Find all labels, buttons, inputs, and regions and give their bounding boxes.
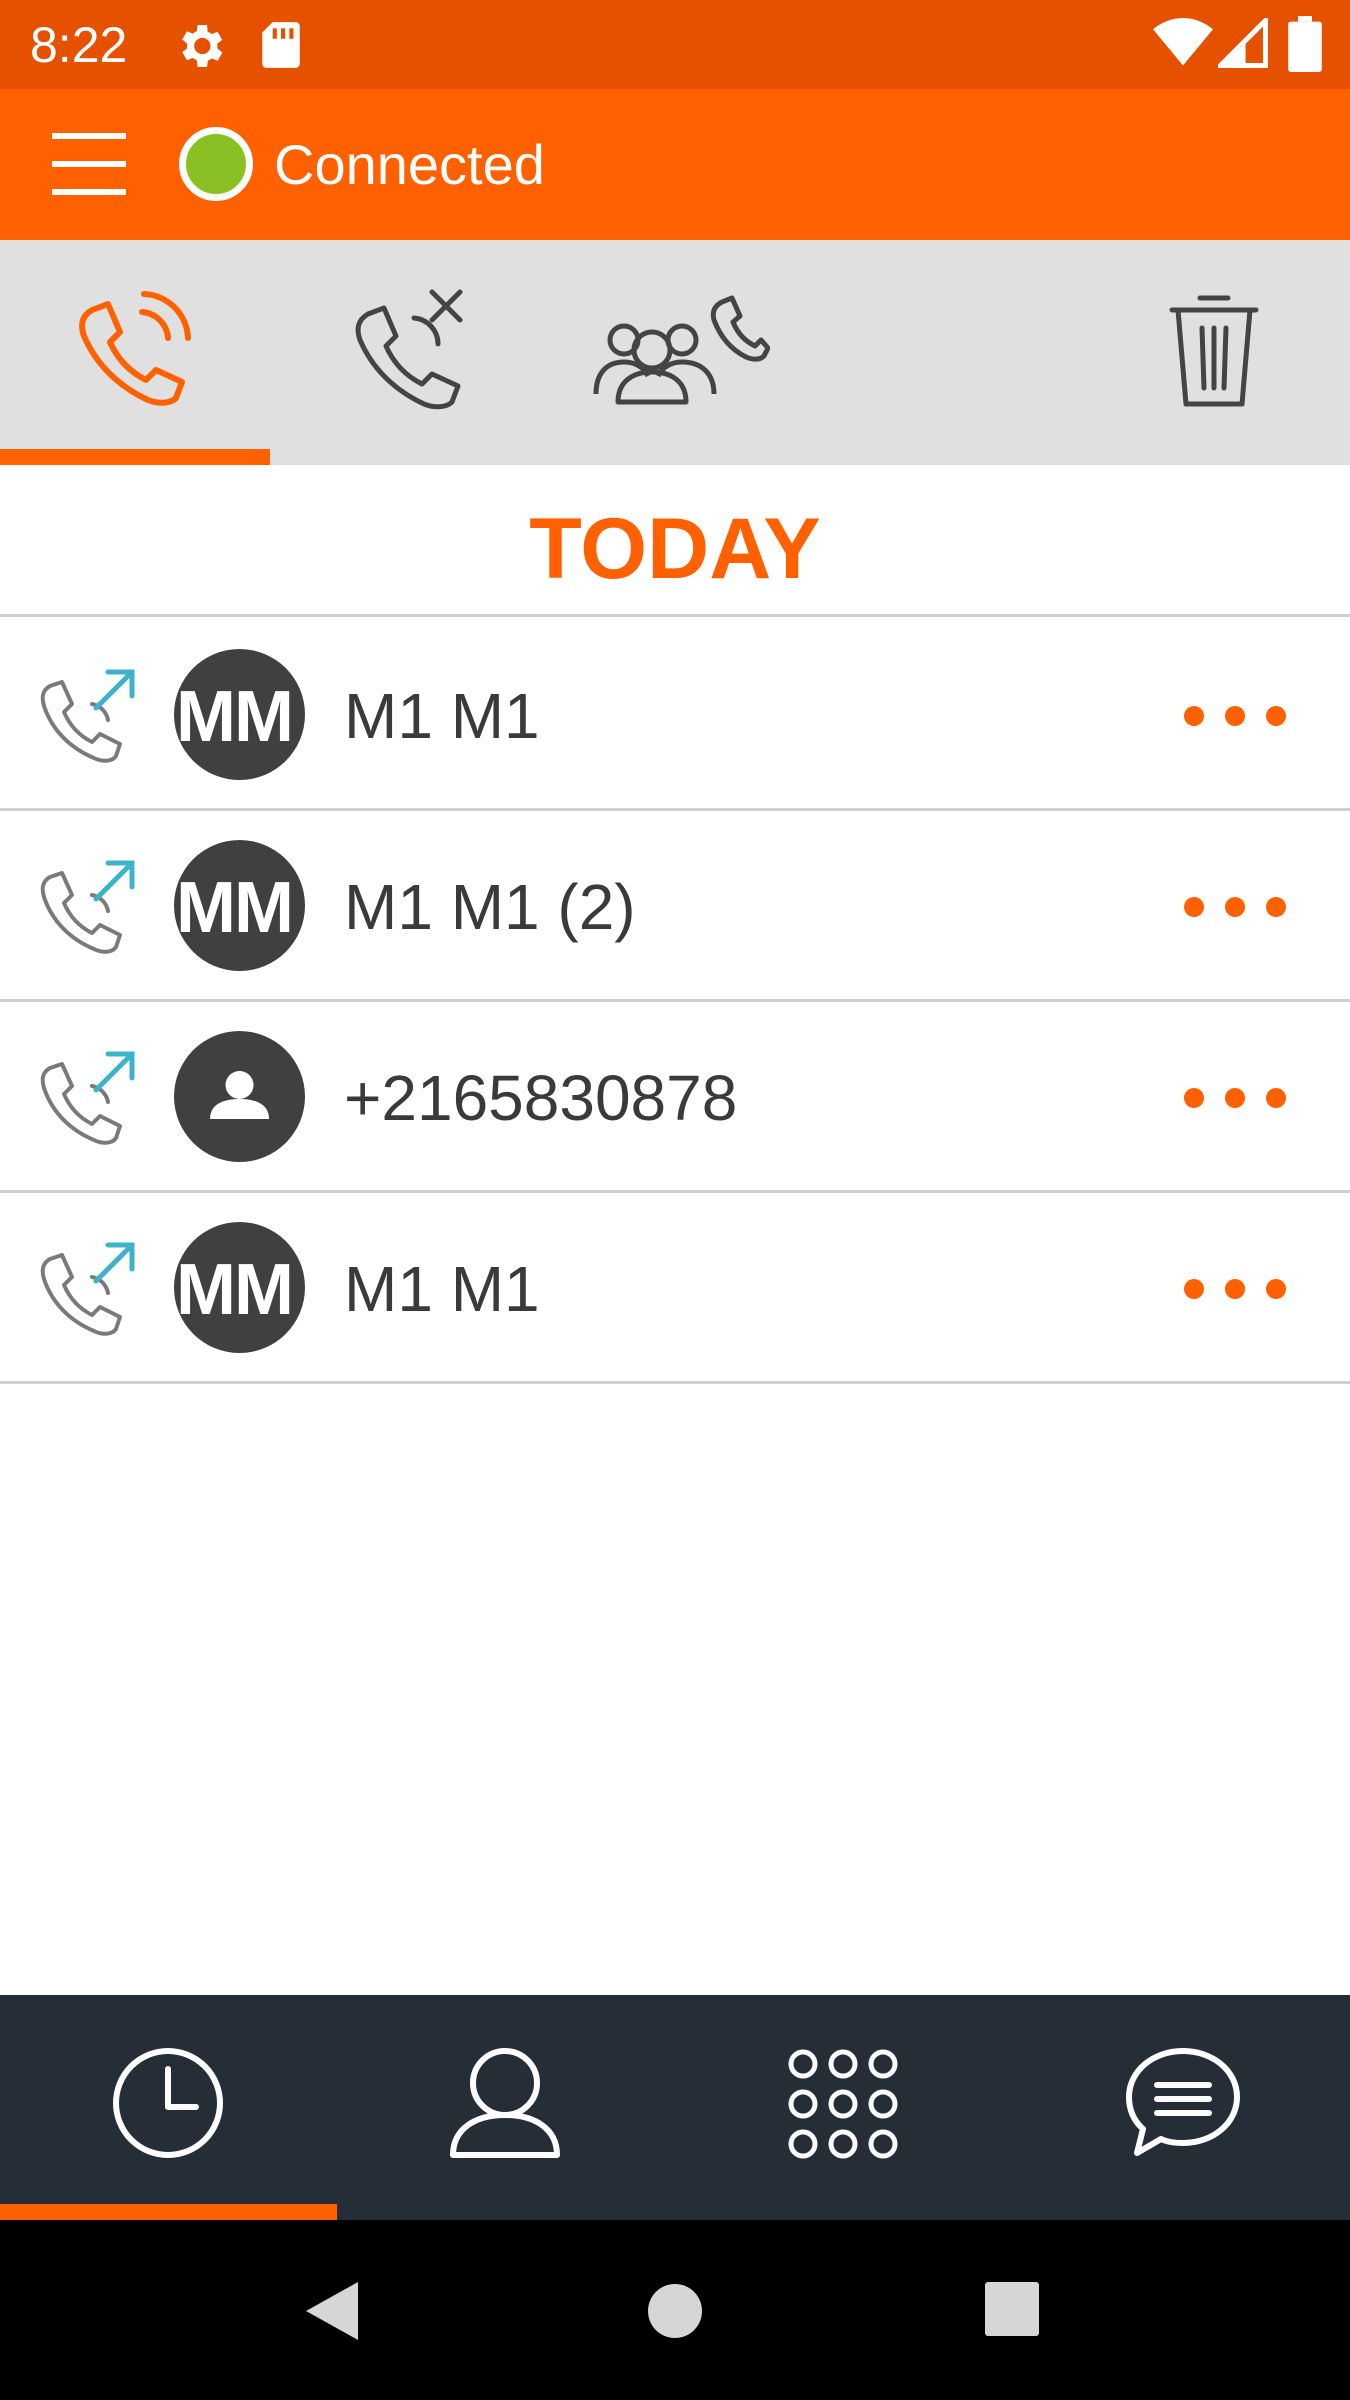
hamburger-menu-icon [52, 133, 126, 195]
outgoing-call-icon [40, 1051, 135, 1145]
home-icon[interactable] [646, 2282, 704, 2340]
tab-selected-indicator [0, 449, 270, 465]
tab-delete[interactable] [1140, 240, 1290, 465]
connection-status-label: Connected [274, 133, 545, 196]
avatar-initials: MM [176, 1250, 294, 1330]
tab-conference-calls[interactable] [570, 240, 800, 465]
more-options-button[interactable] [1180, 1261, 1290, 1317]
menu-button[interactable] [30, 119, 150, 209]
back-icon[interactable] [300, 2278, 366, 2344]
nav-contacts[interactable] [337, 1995, 674, 2220]
gear-icon [182, 25, 223, 67]
status-time: 8:22 [30, 17, 128, 73]
avatar-initials: MM [176, 677, 294, 757]
section-title: TODAY [529, 501, 821, 597]
app-bar: Connected [0, 89, 1350, 240]
tab-all-calls[interactable] [0, 240, 270, 465]
outgoing-call-icon [40, 669, 135, 763]
contact-name: M1 M1 [344, 1253, 540, 1325]
signal-icon [1218, 18, 1268, 68]
contact-name: +2165830878 [344, 1062, 738, 1134]
avatar [174, 1031, 305, 1162]
more-options-button[interactable] [1180, 1070, 1290, 1126]
person-icon [450, 2048, 560, 2158]
bottom-navigation [0, 1995, 1350, 2220]
more-dots-icon [1184, 706, 1286, 726]
outgoing-call-icon [40, 860, 135, 954]
nav-dialpad[interactable] [674, 1995, 1011, 2220]
missed-call-icon [355, 289, 463, 410]
recents-icon[interactable] [983, 2280, 1041, 2338]
more-dots-icon [1184, 1279, 1286, 1299]
phone-calls-icon [79, 291, 191, 406]
clock-icon [113, 2048, 223, 2158]
chat-icon [1126, 2048, 1240, 2156]
battery-icon [1288, 16, 1322, 72]
group-call-icon [593, 295, 770, 405]
trash-icon [1169, 295, 1259, 407]
contact-name: M1 M1 [344, 680, 540, 752]
more-dots-icon [1184, 1088, 1286, 1108]
outgoing-call-icon [40, 1242, 135, 1336]
nav-history[interactable] [0, 1995, 337, 2220]
connection-status-indicator [179, 127, 253, 201]
dialpad-icon [788, 2049, 898, 2159]
avatar: MM [174, 840, 305, 971]
avatar-initials: MM [176, 868, 294, 948]
person-placeholder-icon [210, 1071, 269, 1119]
wifi-icon [1153, 18, 1213, 66]
nav-messages[interactable] [1011, 1995, 1348, 2220]
call-row[interactable]: MM M1 M1 [0, 1193, 1350, 1384]
call-row[interactable]: +2165830878 [0, 1002, 1350, 1193]
nav-selected-indicator [0, 2204, 337, 2220]
status-bar: 8:22 [0, 0, 1350, 89]
more-dots-icon [1184, 897, 1286, 917]
avatar: MM [174, 1222, 305, 1353]
call-row[interactable]: MM M1 M1 (2) [0, 811, 1350, 1002]
tab-missed-calls[interactable] [300, 240, 530, 465]
sd-card-icon [262, 22, 300, 68]
avatar: MM [174, 649, 305, 780]
call-row[interactable]: MM M1 M1 [0, 620, 1350, 811]
system-navigation-bar [0, 2220, 1350, 2400]
more-options-button[interactable] [1180, 688, 1290, 744]
date-section-header: TODAY [0, 465, 1350, 617]
call-filter-tabs [0, 240, 1350, 465]
call-history-list: MM M1 M1 MM M1 M1 (2) +2165830878 MM M1 … [0, 620, 1350, 1384]
more-options-button[interactable] [1180, 879, 1290, 935]
contact-name: M1 M1 (2) [344, 871, 636, 943]
